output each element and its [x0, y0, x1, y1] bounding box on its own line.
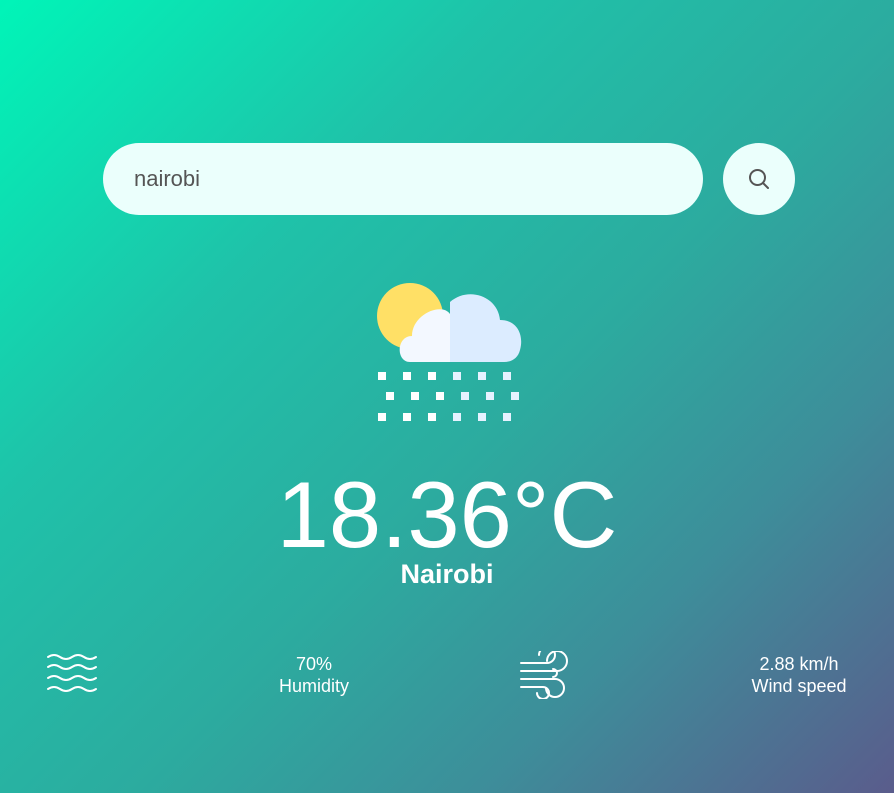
search-bar — [103, 143, 795, 215]
search-input[interactable] — [103, 143, 703, 215]
search-icon — [749, 169, 769, 189]
temperature: 18.36°C — [276, 462, 618, 567]
cloud-sun-rain-icon — [377, 283, 522, 421]
humidity-waves-icon — [47, 654, 97, 692]
wind-detail: 2.88 km/h Wind speed — [519, 651, 859, 701]
humidity-value: 70% — [295, 654, 333, 674]
wind-value: 2.88 km/h — [759, 654, 839, 674]
humidity-text: 70% Humidity — [264, 653, 364, 697]
weather-card: 18.36°C Nairobi 70% Humidity — [0, 0, 894, 793]
city-name: Nairobi — [400, 559, 494, 589]
wind-label: Wind speed — [751, 676, 847, 696]
search-button[interactable] — [723, 143, 795, 215]
wind-text: 2.88 km/h Wind speed — [739, 653, 859, 697]
wind-icon — [520, 651, 568, 699]
humidity-label: Humidity — [278, 676, 349, 696]
humidity-detail: 70% Humidity — [46, 651, 366, 701]
